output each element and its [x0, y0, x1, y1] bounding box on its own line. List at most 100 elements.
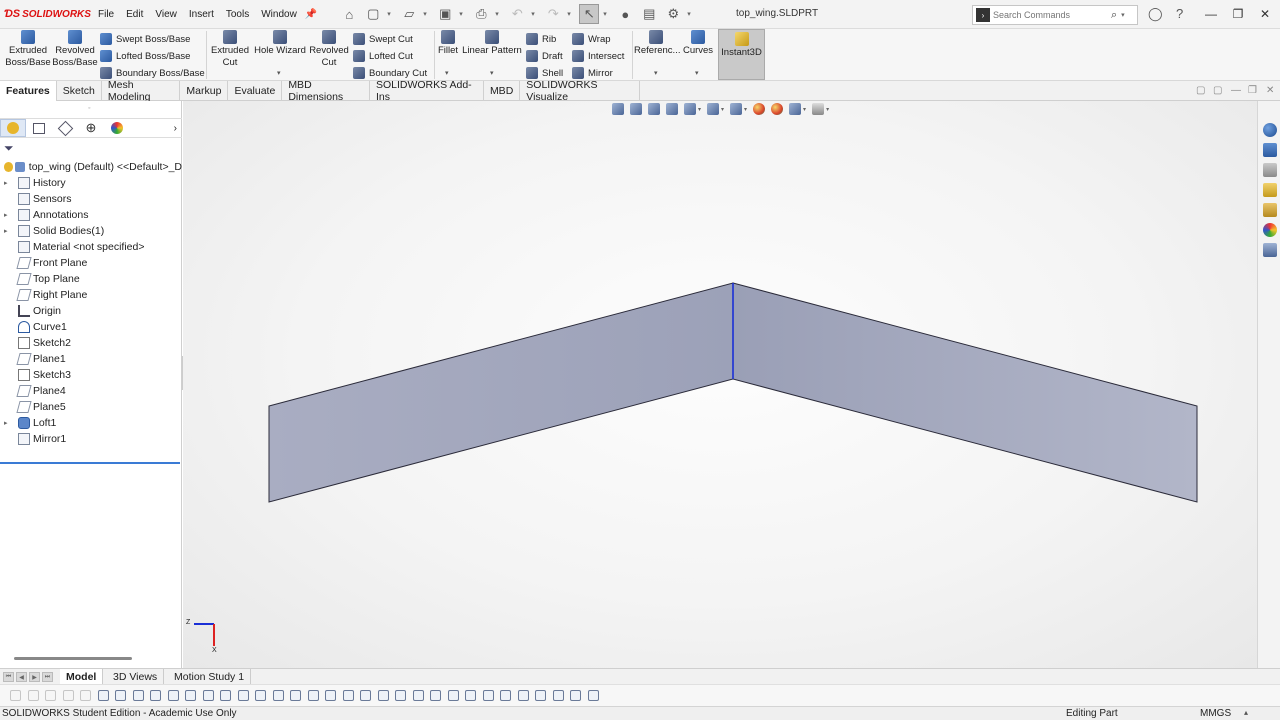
tab-evaluate[interactable]: Evaluate [228, 81, 283, 101]
draft-button[interactable]: Draft [526, 48, 563, 64]
design-library-icon[interactable] [1263, 163, 1277, 177]
trim-icon[interactable] [255, 690, 266, 701]
appearances-scenes-icon[interactable] [1263, 223, 1277, 237]
filter-icon[interactable]: ⏷ [4, 141, 14, 156]
view-palette-icon[interactable] [1263, 203, 1277, 217]
rebuild-icon[interactable]: ● [615, 4, 635, 24]
doc-restore-icon[interactable]: ❐ [1248, 85, 1257, 96]
view-orientation-icon[interactable] [707, 103, 720, 115]
chevron-down-icon[interactable]: ▾ [495, 10, 503, 18]
offset-icon[interactable] [272, 690, 284, 701]
account-icon[interactable]: ◯ [1148, 6, 1163, 22]
wrap-button[interactable]: Wrap [572, 31, 611, 47]
display-style-icon[interactable] [730, 103, 743, 115]
tab-solidworks-visualize[interactable]: SOLIDWORKS Visualize [520, 79, 640, 103]
chevron-down-icon[interactable]: ▾ [687, 10, 695, 18]
chevron-down-icon[interactable]: ▾ [423, 10, 431, 18]
file-properties-icon[interactable]: ▤ [639, 4, 659, 24]
fillet-button[interactable]: Fillet [436, 30, 460, 57]
chevron-down-icon[interactable]: ▾ [459, 10, 467, 18]
menu-tools[interactable]: Tools [220, 9, 255, 20]
restore-icon[interactable]: ❐ [1227, 4, 1249, 24]
pin-icon[interactable]: 📌 [305, 9, 317, 20]
tree-item[interactable]: Top Plane [0, 271, 182, 287]
zoom-to-fit-icon[interactable] [612, 103, 624, 115]
tree-item[interactable]: Material <not specified> [0, 239, 182, 255]
relation-icon[interactable] [237, 690, 249, 701]
linear-array-icon[interactable] [342, 690, 354, 701]
panel-scrollbar[interactable] [14, 657, 132, 660]
expand-arrow-icon[interactable]: ▸ [4, 211, 12, 219]
curves-button[interactable]: Curves [680, 30, 716, 57]
lofted-boss-button[interactable]: Lofted Boss/Base [100, 48, 190, 64]
reference-geometry-button[interactable]: Referenc... [634, 30, 680, 57]
solidworks-logo[interactable]: ƊS SOLIDWORKS [0, 8, 92, 20]
doc-close-icon[interactable]: ✕ [1266, 85, 1274, 96]
rotate-view-icon[interactable] [132, 690, 144, 701]
property-manager-tab-icon[interactable] [26, 119, 52, 137]
graphics-viewport[interactable] [183, 101, 1257, 668]
measure-icon[interactable] [552, 690, 564, 701]
redo-icon[interactable]: ↷ [543, 4, 563, 24]
fillet-sketch-icon[interactable] [290, 690, 301, 701]
revolved-boss-button[interactable]: Revolved Boss/Base [52, 30, 98, 69]
feature-manager-tab-icon[interactable] [0, 119, 26, 137]
tab-mesh-modeling[interactable]: Mesh Modeling [102, 79, 181, 103]
linear-pattern-button[interactable]: Linear Pattern [462, 30, 522, 57]
units-icon[interactable] [500, 690, 511, 701]
view-icon[interactable] [535, 690, 546, 701]
save-icon[interactable]: ▣ [435, 4, 455, 24]
tab-model[interactable]: Model [60, 669, 104, 685]
mirror-entities-icon[interactable] [325, 690, 336, 701]
chevron-down-icon[interactable]: ▾ [277, 69, 281, 77]
hide-icon[interactable] [62, 690, 74, 701]
section-icon[interactable] [185, 690, 196, 701]
close-icon[interactable]: ✕ [1254, 4, 1276, 24]
chevron-down-icon[interactable]: ▾ [721, 106, 724, 113]
smart-dimension-icon[interactable] [220, 690, 231, 701]
rebuild-icon[interactable] [27, 690, 39, 701]
section-view-icon[interactable] [666, 103, 678, 115]
extruded-cut-button[interactable]: Extruded Cut [208, 30, 252, 69]
tree-item[interactable]: Origin [0, 303, 182, 319]
grid-icon[interactable] [482, 690, 494, 701]
chevron-down-icon[interactable]: ▾ [826, 106, 829, 113]
chevron-down-icon[interactable]: ▾ [695, 69, 699, 77]
tree-item[interactable]: Sensors [0, 191, 182, 207]
repair-icon[interactable] [377, 690, 389, 701]
zoom-to-area-icon[interactable] [630, 103, 642, 115]
expand-arrow-icon[interactable]: ▸ [4, 179, 12, 187]
tab-solidworks-addins[interactable]: SOLIDWORKS Add-Ins [370, 79, 484, 103]
tab-mbd[interactable]: MBD [484, 81, 521, 101]
undo-icon[interactable]: ↶ [507, 4, 527, 24]
tab-markup[interactable]: Markup [180, 81, 229, 101]
tree-item[interactable]: ▸ Solid Bodies(1) [0, 223, 182, 239]
view-settings-icon[interactable] [812, 103, 825, 115]
revolved-cut-button[interactable]: Revolved Cut [308, 30, 350, 69]
tab-sketch[interactable]: Sketch [57, 81, 102, 101]
next-tab-arrow-icon[interactable]: ▶ [29, 672, 40, 682]
chevron-down-icon[interactable]: ▾ [531, 10, 539, 18]
tree-item[interactable]: ▸ Loft1 [0, 415, 182, 431]
tree-item[interactable]: ▸ History [0, 175, 182, 191]
pan-icon[interactable] [150, 690, 161, 701]
print-icon[interactable]: ⎙ [471, 4, 491, 24]
hole-wizard-button[interactable]: Hole Wizard [252, 30, 308, 57]
previous-view-icon[interactable] [648, 103, 660, 115]
tab-features[interactable]: Features [0, 81, 57, 101]
tree-item[interactable]: Plane5 [0, 399, 182, 415]
tab-motion-study-1[interactable]: Motion Study 1 [168, 669, 252, 685]
move-entities-icon[interactable] [360, 690, 371, 701]
instant3d-button[interactable]: Instant3D [718, 29, 765, 80]
zoom-icon[interactable] [167, 690, 179, 701]
help-icon[interactable]: ? [1176, 6, 1183, 21]
doc-minimize-icon[interactable]: — [1231, 85, 1241, 96]
expand-arrow-icon[interactable]: ▸ [4, 227, 12, 235]
menu-file[interactable]: File [92, 9, 120, 20]
edit-appearance-icon[interactable] [771, 103, 784, 115]
swept-cut-button[interactable]: Swept Cut [353, 31, 413, 47]
swept-boss-button[interactable]: Swept Boss/Base [100, 31, 190, 47]
tree-item[interactable]: Sketch2 [0, 335, 182, 351]
unit-system-selector[interactable]: MMGS [1200, 708, 1231, 719]
chevron-up-icon[interactable]: ▴ [1244, 708, 1248, 717]
